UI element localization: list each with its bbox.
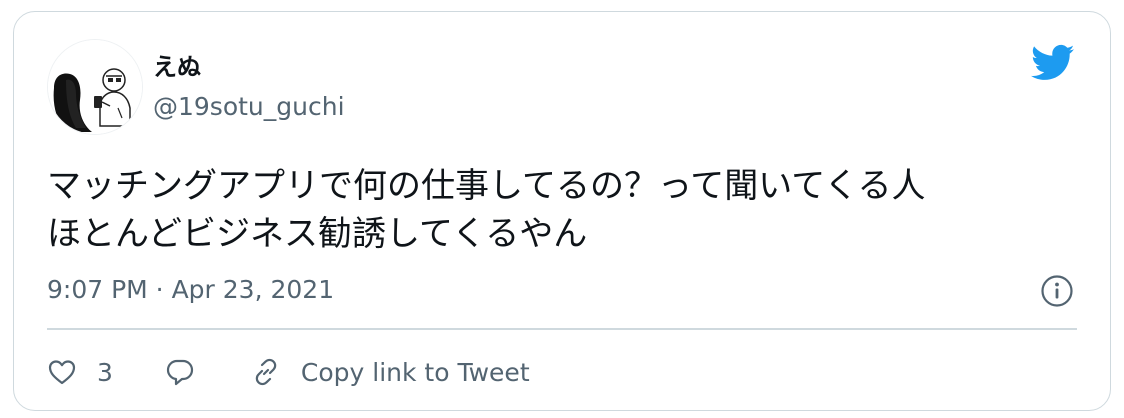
author-name[interactable]: えぬ [153, 52, 201, 82]
avatar[interactable] [47, 39, 143, 135]
divider [47, 328, 1077, 330]
reply-bubble-icon [165, 357, 195, 387]
author-handle[interactable]: @19sotu_guchi [153, 92, 345, 122]
tweet-timestamp[interactable]: 9:07 PM · Apr 23, 2021 [47, 275, 334, 305]
link-icon [251, 357, 281, 387]
reply-button[interactable] [165, 357, 195, 387]
avatar-image [48, 40, 142, 134]
copy-link-label: Copy link to Tweet [300, 357, 530, 387]
copy-link-button[interactable]: Copy link to Tweet [251, 357, 530, 387]
like-count: 3 [97, 357, 113, 387]
like-button[interactable]: 3 [47, 357, 113, 387]
info-icon[interactable] [1040, 274, 1074, 308]
tweet-text: マッチングアプリで何の仕事してるの？って聞いてくる人 ほとんどビジネス勧誘してく… [47, 162, 1087, 258]
heart-icon [47, 357, 77, 387]
twitter-bird-icon[interactable] [1031, 44, 1075, 82]
tweet-text-line: ほとんどビジネス勧誘してくるやん [47, 214, 588, 254]
tweet-card: えぬ @19sotu_guchi マッチングアプリで何の仕事してるの？って聞いて… [13, 11, 1111, 411]
tweet-actions: 3 Copy link to Tweet [47, 352, 530, 392]
tweet-text-line: マッチングアプリで何の仕事してるの？って聞いてくる人 [47, 166, 926, 206]
